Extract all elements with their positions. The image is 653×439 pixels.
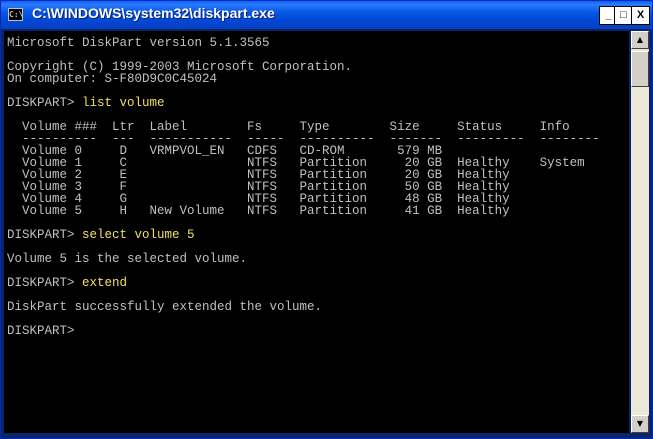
console-output[interactable]: Microsoft DiskPart version 5.1.3565 Copy…	[4, 31, 629, 433]
scroll-down-arrow-icon[interactable]: ▼	[631, 415, 649, 433]
current-prompt[interactable]: DISKPART>	[7, 324, 82, 338]
command-list-volume: list volume	[82, 96, 165, 110]
console-window: C:\ C:\WINDOWS\system32\diskpart.exe _ □…	[0, 0, 653, 439]
prompt: DISKPART>	[7, 228, 83, 242]
version-line: Microsoft DiskPart version 5.1.3565	[7, 36, 270, 50]
volume-row: Volume 5 H New Volume NTFS Partition 41 …	[7, 204, 510, 218]
vertical-scrollbar[interactable]: ▲ ▼	[631, 31, 649, 433]
window-title: C:\WINDOWS\system32\diskpart.exe	[32, 5, 275, 21]
console-text: Microsoft DiskPart version 5.1.3565 Copy…	[4, 31, 629, 338]
window-bottom-border	[1, 434, 652, 438]
computer-line: On computer: S-F80D9C0C45024	[7, 72, 218, 86]
select-result: Volume 5 is the selected volume.	[7, 252, 248, 266]
command-select-volume: select volume 5	[82, 228, 195, 242]
title-bar[interactable]: C:\ C:\WINDOWS\system32\diskpart.exe _ □…	[1, 1, 652, 29]
prompt: DISKPART>	[7, 276, 83, 290]
prompt: DISKPART>	[7, 96, 83, 110]
scrollbar-thumb[interactable]	[631, 51, 649, 87]
console-app-icon[interactable]: C:\	[8, 8, 23, 21]
command-extend: extend	[82, 276, 128, 290]
close-button[interactable]: X	[631, 6, 650, 25]
scroll-up-arrow-icon[interactable]: ▲	[631, 31, 649, 49]
extend-result: DiskPart successfully extended the volum…	[7, 300, 323, 314]
